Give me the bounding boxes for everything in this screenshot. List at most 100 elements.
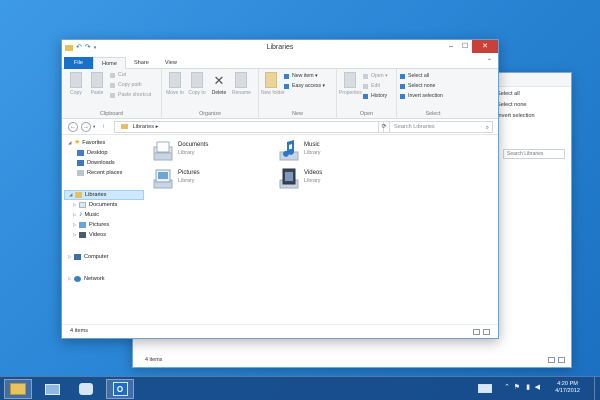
back-button[interactable]: ← [68, 122, 78, 132]
flag-icon[interactable]: ⚑ [514, 383, 520, 391]
large-icons-view-icon[interactable] [483, 329, 490, 335]
background-status-text: 4 items [145, 357, 163, 363]
documents-library-icon [153, 141, 173, 161]
copy-button[interactable]: Copy [67, 72, 85, 96]
tab-share[interactable]: Share [126, 57, 157, 69]
forward-button[interactable]: → [81, 122, 91, 132]
up-button[interactable]: ↑ [102, 122, 105, 132]
address-path[interactable]: Libraries ▸ [133, 124, 159, 130]
select-all-button[interactable]: Select all [399, 72, 429, 81]
network-status-icon[interactable]: ▮ [526, 383, 530, 391]
select-none-button[interactable]: Select none [493, 100, 571, 111]
maximize-button[interactable]: ☐ [458, 40, 472, 53]
taskbar-outlook[interactable]: O [106, 379, 134, 399]
new-item-button[interactable]: New item ▾ [283, 72, 318, 81]
tree-item-downloads[interactable]: Downloads [77, 158, 115, 168]
tree-item-pictures[interactable]: ▷ Pictures [73, 220, 109, 230]
library-item-videos[interactable]: Videos Library [278, 167, 398, 195]
large-icons-view-icon[interactable] [558, 357, 565, 363]
library-item-pictures[interactable]: Pictures Library [152, 167, 272, 195]
tab-home[interactable]: Home [93, 57, 126, 69]
copy-to-icon [191, 72, 203, 88]
show-desktop-button[interactable] [594, 377, 600, 400]
library-type: Library [178, 150, 195, 156]
history-button[interactable]: History [362, 92, 387, 101]
properties-button[interactable]: Properties [339, 72, 362, 96]
collapse-arrow-icon[interactable]: ▷ [73, 200, 78, 210]
recent-locations-icon[interactable]: ▾ [93, 122, 95, 132]
select-group-label: Select [425, 111, 441, 117]
organize-group: Move to Copy to ✕ Delete Rename Organize [162, 69, 259, 119]
library-icon [121, 124, 128, 130]
downloads-icon [77, 160, 84, 166]
rename-button[interactable]: Rename [232, 72, 251, 96]
navigation-pane: ◢ ★ Favorites Desktop Downloads Recent p… [62, 135, 144, 325]
explorer-window[interactable]: ↶ ↷ ▾ Libraries – ☐ ✕ File Home Share Vi… [61, 39, 499, 339]
file-list: Documents Library Music Library Pictures [146, 135, 498, 325]
cut-button[interactable]: Cut [109, 71, 126, 80]
edit-button[interactable]: Edit [362, 82, 380, 91]
new-folder-button[interactable]: New folder [261, 72, 285, 96]
taskbar-file-explorer[interactable] [4, 379, 32, 399]
expand-arrow-icon[interactable]: ◢ [68, 138, 73, 148]
clock[interactable]: 4:20 PM 4/17/2012 [555, 381, 580, 395]
taskbar-remote-desktop[interactable] [38, 379, 66, 399]
select-none-button[interactable]: Select none [399, 82, 435, 91]
window-titlebar[interactable]: ↶ ↷ ▾ Libraries – ☐ ✕ [62, 40, 498, 57]
details-view-icon[interactable] [548, 357, 555, 363]
invert-selection-button[interactable]: Invert selection [493, 111, 571, 122]
network-icon [74, 276, 81, 282]
copy-to-button[interactable]: Copy to [188, 72, 206, 96]
keyboard-icon[interactable] [478, 384, 492, 393]
collapse-arrow-icon[interactable]: ▷ [73, 230, 78, 240]
open-button[interactable]: Open ▾ [362, 72, 388, 81]
library-name: Videos [304, 170, 323, 176]
tree-item-music[interactable]: ▷ ♪ Music [73, 210, 99, 220]
tab-file[interactable]: File [64, 57, 94, 69]
copy-path-button[interactable]: Copy path [109, 81, 142, 90]
library-item-documents[interactable]: Documents Library [152, 139, 272, 167]
close-button[interactable]: ✕ [472, 40, 498, 53]
volume-icon[interactable]: ◀ [535, 383, 540, 391]
collapse-arrow-icon[interactable]: ▷ [73, 220, 78, 230]
delete-button[interactable]: ✕ Delete [210, 72, 228, 96]
search-icon[interactable]: ⌕ [486, 123, 489, 133]
paste-shortcut-button[interactable]: Paste shortcut [109, 91, 151, 100]
easy-access-button[interactable]: Easy access ▾ [283, 82, 325, 91]
tree-item-recent-places[interactable]: Recent places [77, 168, 122, 178]
tree-item-videos[interactable]: ▷ Videos [73, 230, 106, 240]
collapse-arrow-icon[interactable]: ▷ [68, 252, 73, 262]
background-search-input[interactable]: Search Libraries [503, 149, 565, 159]
show-hidden-icons-icon[interactable]: ⌃ [504, 383, 510, 391]
details-view-icon[interactable] [473, 329, 480, 335]
ribbon: Copy Paste Cut Copy path Paste shortcut … [62, 69, 498, 119]
invert-selection-button[interactable]: Invert selection [399, 92, 443, 101]
move-to-icon [169, 72, 181, 88]
background-view-toggles [548, 357, 565, 363]
pictures-icon [79, 222, 86, 228]
tree-item-network[interactable]: ▷ Network [68, 274, 105, 284]
search-input[interactable]: Search Libraries ⌕ [389, 121, 493, 133]
recent-places-icon [77, 170, 84, 176]
select-all-button[interactable]: Select all [493, 89, 571, 100]
tree-item-libraries[interactable]: ◢ Libraries [64, 190, 144, 200]
tab-view[interactable]: View [157, 57, 185, 69]
address-bar[interactable]: Libraries ▸ [114, 121, 384, 133]
tree-item-documents[interactable]: ▷ Documents [73, 200, 117, 210]
collapse-arrow-icon[interactable]: ▷ [68, 274, 73, 284]
paste-button[interactable]: Paste [88, 72, 106, 96]
collapse-arrow-icon[interactable]: ▷ [73, 210, 78, 220]
star-icon: ★ [74, 139, 81, 146]
move-to-button[interactable]: Move to [166, 72, 184, 96]
expand-arrow-icon[interactable]: ◢ [69, 190, 74, 200]
library-type: Library [178, 178, 195, 184]
expand-ribbon-icon[interactable]: ⌃ [487, 58, 492, 65]
clipboard-group: Copy Paste Cut Copy path Paste shortcut … [62, 69, 162, 119]
tree-item-favorites[interactable]: ◢ ★ Favorites [68, 138, 105, 148]
tree-item-desktop[interactable]: Desktop [77, 148, 108, 158]
minimize-button[interactable]: – [444, 40, 458, 53]
tree-item-computer[interactable]: ▷ Computer [68, 252, 109, 262]
open-group-label: Open [359, 111, 374, 117]
library-item-music[interactable]: Music Library [278, 139, 398, 167]
taskbar-internet-explorer[interactable] [72, 379, 100, 399]
